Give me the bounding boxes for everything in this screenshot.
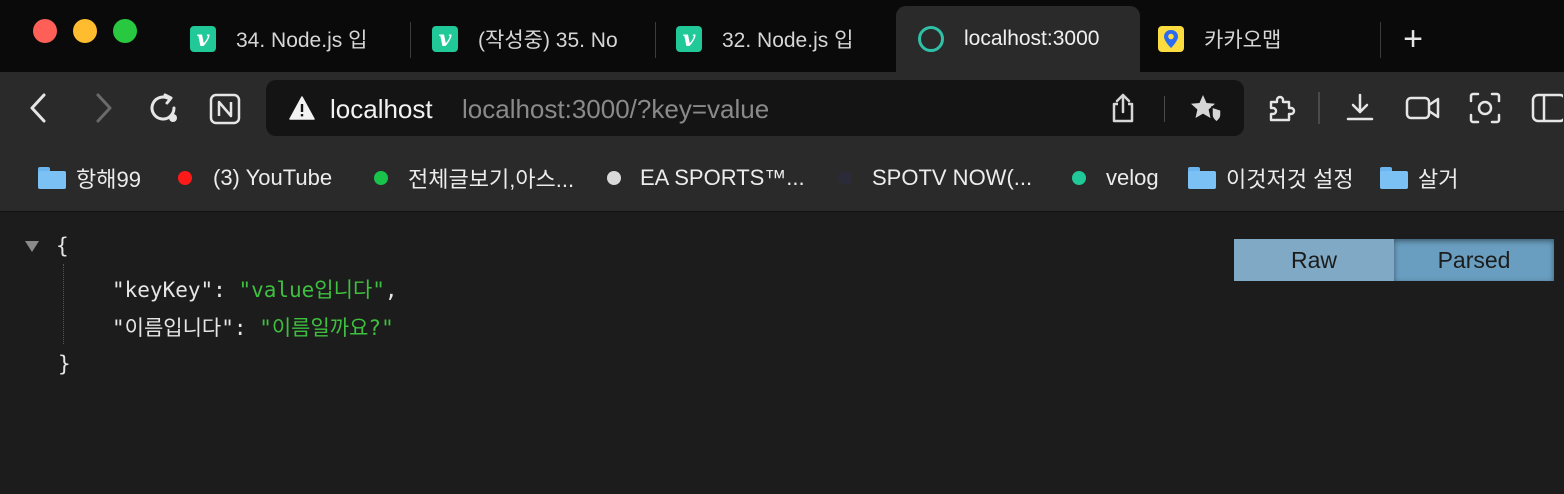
back-button[interactable] xyxy=(22,90,54,126)
bookmark-misc-settings[interactable]: 이것저것 설정 xyxy=(1188,164,1354,192)
share-icon xyxy=(1112,93,1134,123)
puzzle-icon xyxy=(1269,95,1296,122)
screenshot-button[interactable] xyxy=(1466,90,1504,126)
bookmark-ea-sports[interactable]: EA SPORTS™... xyxy=(607,164,805,192)
tab-velog-32[interactable]: v 32. Node.js 입 xyxy=(654,6,884,72)
json-key: "keyKey" xyxy=(112,278,214,302)
green-dot-icon xyxy=(374,171,388,185)
velog-v-icon: v xyxy=(190,26,216,52)
screenshot-icon xyxy=(1469,92,1501,124)
window-maximize-button[interactable] xyxy=(113,19,137,43)
folder-icon xyxy=(38,167,66,189)
json-viewer: { "keyKey": "value입니다", "이름입니다": "이름일까요?… xyxy=(0,212,1564,494)
view-mode-toggle: Raw Parsed xyxy=(1234,239,1554,281)
tab-title: 34. Node.js 입 xyxy=(236,29,368,52)
chevron-left-icon xyxy=(30,93,46,123)
window-close-button[interactable] xyxy=(33,19,57,43)
share-button[interactable] xyxy=(1108,92,1138,124)
json-colon: : xyxy=(233,316,260,340)
tab-separator xyxy=(1380,22,1381,58)
address-bar-divider xyxy=(1164,96,1165,122)
notion-icon xyxy=(209,93,241,125)
bookmark-label: 항해99 xyxy=(76,167,141,192)
json-indent-guide xyxy=(63,264,64,344)
url-host: localhost xyxy=(330,94,433,124)
star-shield-icon xyxy=(1191,95,1222,123)
velog-v-icon: v xyxy=(676,26,702,52)
velog-dot-icon xyxy=(1072,171,1086,185)
json-close-brace: } xyxy=(58,352,71,376)
folder-icon xyxy=(1188,167,1216,189)
bookmark-star-button[interactable] xyxy=(1190,92,1224,124)
downloads-button[interactable] xyxy=(1342,90,1378,126)
bookmarks-bar: 항해99 (3) YouTube 전체글보기,아스... EA SPORTS™.… xyxy=(0,144,1564,212)
tab-velog-34[interactable]: v 34. Node.js 입 xyxy=(168,6,400,72)
velog-v-icon: v xyxy=(432,26,458,52)
json-comma: , xyxy=(384,278,398,302)
notion-extension-button[interactable] xyxy=(208,92,242,126)
new-tab-button[interactable]: + xyxy=(1398,22,1428,56)
json-entry: "keyKey": "value입니다", xyxy=(112,274,398,304)
tab-title: 카카오맵 xyxy=(1204,29,1282,52)
video-camera-icon xyxy=(1405,96,1440,120)
json-open-brace: { xyxy=(56,234,69,258)
extensions-button[interactable] xyxy=(1264,90,1298,126)
parsed-view-button[interactable]: Parsed xyxy=(1394,239,1554,281)
kakaomap-pin-icon xyxy=(1158,26,1184,52)
tab-title: (작성중) 35. No xyxy=(478,29,618,52)
sidebar-icon xyxy=(1531,93,1563,123)
sidebar-button[interactable] xyxy=(1528,90,1564,126)
bookmark-label: 이것저것 설정 xyxy=(1226,167,1354,192)
json-colon: : xyxy=(213,278,239,302)
json-key: "이름입니다" xyxy=(112,316,234,340)
bookmark-label: (3) YouTube xyxy=(213,165,333,190)
json-string-value: "이름일까요?" xyxy=(259,316,394,340)
white-dot-icon xyxy=(607,171,621,185)
bookmark-label: 전체글보기,아스... xyxy=(408,167,575,192)
youtube-dot-icon xyxy=(178,171,192,185)
folder-icon xyxy=(1380,167,1408,189)
raw-view-button[interactable]: Raw xyxy=(1234,239,1394,281)
reload-button[interactable] xyxy=(144,90,182,126)
bookmark-velog[interactable]: velog xyxy=(1072,164,1159,192)
bookmark-spotv-now[interactable]: SPOTV NOW(... xyxy=(838,164,1032,192)
bookmark-label: SPOTV NOW(... xyxy=(872,165,1033,190)
tab-title: localhost:3000 xyxy=(964,27,1100,50)
tab-kakaomap[interactable]: 카카오맵 xyxy=(1136,6,1366,72)
json-entry: "이름입니다": "이름일까요?" xyxy=(112,312,394,342)
bookmark-full-posts[interactable]: 전체글보기,아스... xyxy=(374,164,574,192)
tab-velog-35[interactable]: v (작성중) 35. No xyxy=(410,6,646,72)
download-icon xyxy=(1346,93,1374,121)
window-minimize-button[interactable] xyxy=(73,19,97,43)
toolbar-divider xyxy=(1318,92,1320,124)
bookmark-label: velog xyxy=(1106,165,1159,190)
address-bar[interactable]: localhost localhost:3000/?key=value xyxy=(266,80,1244,136)
collapse-toggle-icon[interactable] xyxy=(25,241,39,252)
bookmark-label: 살거 xyxy=(1418,167,1459,192)
dark-dot-icon xyxy=(838,171,852,185)
tab-localhost[interactable]: localhost:3000 xyxy=(896,6,1140,72)
bookmark-label: EA SPORTS™... xyxy=(640,165,805,190)
tab-strip: v 34. Node.js 입 v (작성중) 35. No v 32. Nod… xyxy=(0,0,1564,72)
reload-icon xyxy=(150,93,177,122)
bookmark-hanghae99[interactable]: 항해99 xyxy=(38,164,141,192)
video-button[interactable] xyxy=(1404,90,1442,126)
json-string-value: "value입니다" xyxy=(238,278,385,302)
forward-button[interactable] xyxy=(88,90,120,126)
url-text[interactable]: localhost:3000/?key=value xyxy=(462,94,769,125)
chevron-right-icon xyxy=(96,93,112,123)
tab-title: 32. Node.js 입 xyxy=(722,29,854,52)
bookmark-youtube[interactable]: (3) YouTube xyxy=(178,164,332,192)
bookmark-shopping[interactable]: 살거 xyxy=(1380,164,1458,192)
loading-ring-icon xyxy=(918,26,944,52)
warning-icon[interactable] xyxy=(288,94,316,122)
toolbar: localhost localhost:3000/?key=value xyxy=(0,72,1564,144)
